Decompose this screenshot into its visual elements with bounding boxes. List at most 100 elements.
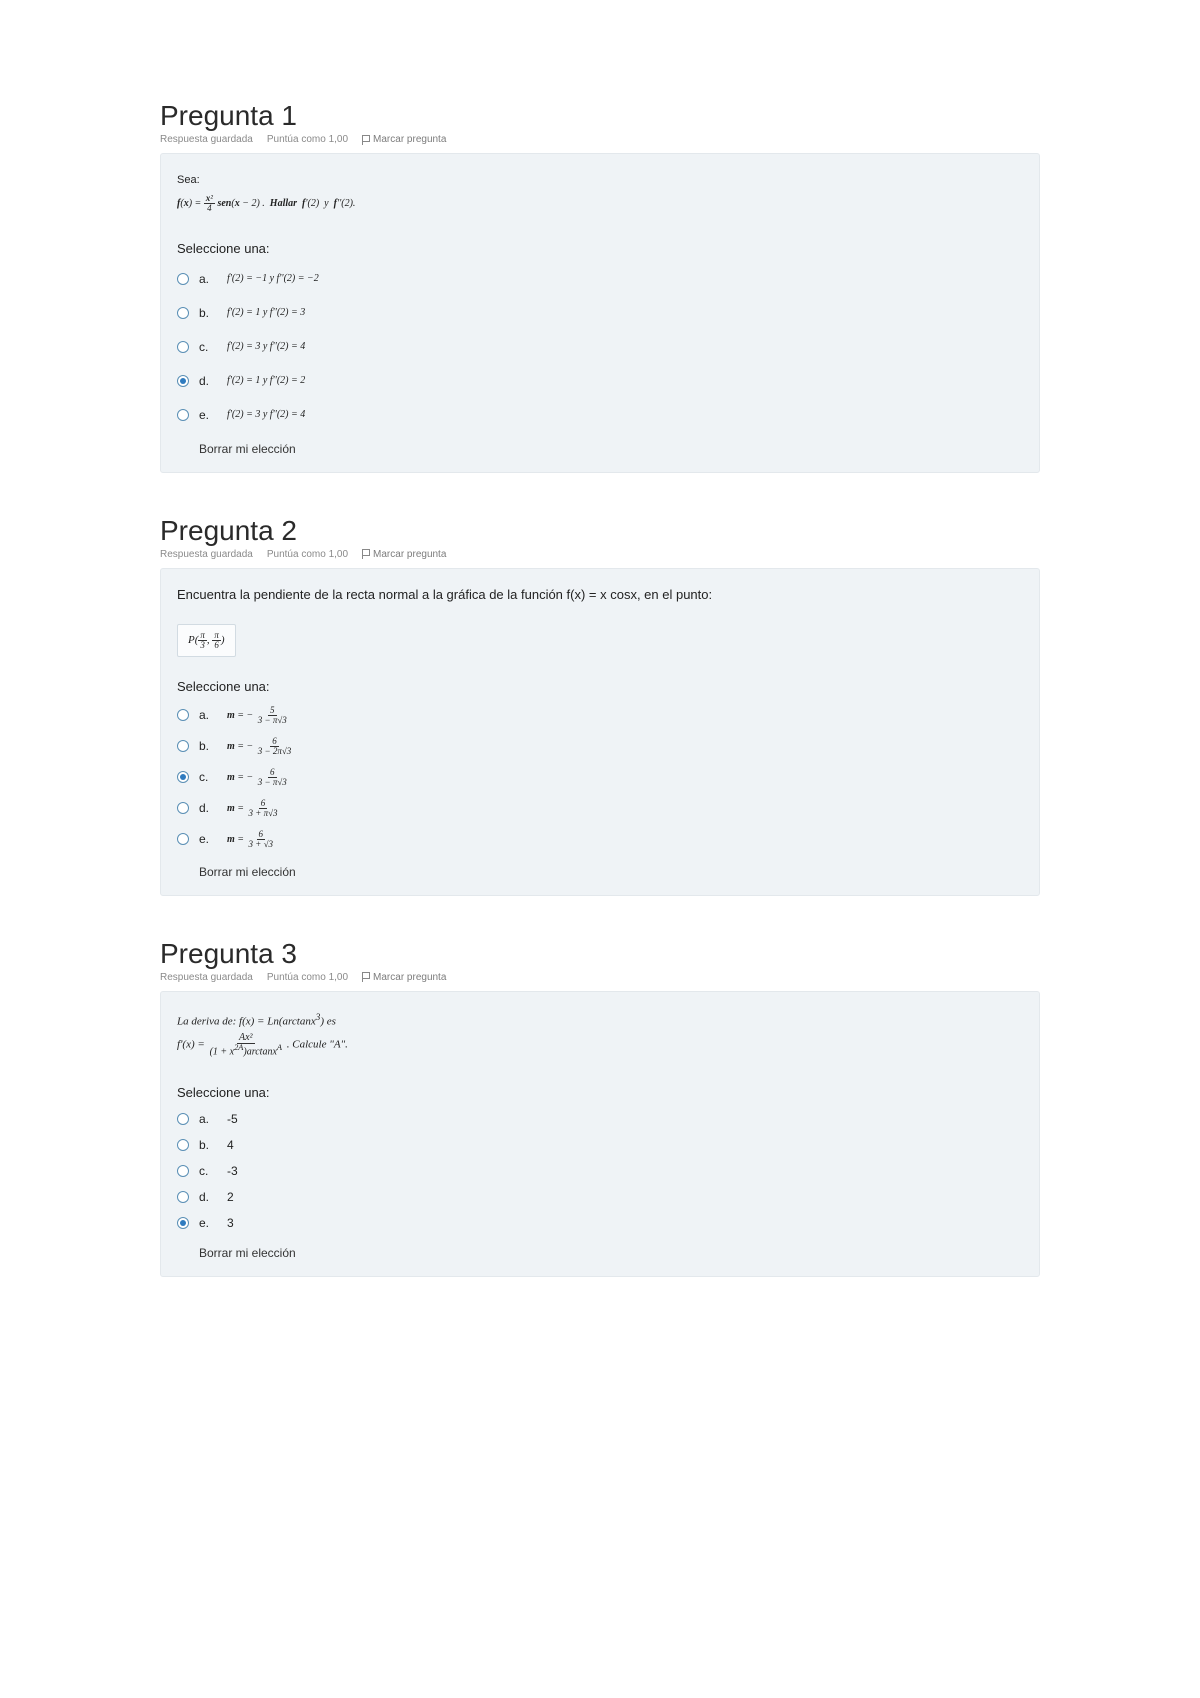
question-stem: La deriva de: f(x) = Ln(arctanx3) es f'(… [177,1004,1023,1076]
select-label: Seleccione una: [177,241,1023,256]
options-list: a. -5 b. 4 c. -3 d. 2 [177,1106,1023,1236]
radio-icon [177,375,189,387]
question-body: La deriva de: f(x) = Ln(arctanx3) es f'(… [160,991,1040,1278]
flag-icon [362,549,370,559]
score-text: Puntúa como 1,00 [267,549,348,560]
flag-link[interactable]: Marcar pregunta [362,549,446,560]
flag-label: Marcar pregunta [373,134,446,145]
select-label: Seleccione una: [177,1085,1023,1100]
radio-icon [177,307,189,319]
option-letter: b. [199,1138,217,1152]
option-c[interactable]: c. -3 [177,1158,1023,1184]
option-d[interactable]: d. f'(2) = 1 y f''(2) = 2 [177,364,1023,398]
option-letter: b. [199,739,217,753]
flag-icon [362,135,370,145]
radio-icon [177,1113,189,1125]
option-text: f'(2) = 1 y f''(2) = 3 [227,307,305,318]
option-c[interactable]: c. f'(2) = 3 y f''(2) = 4 [177,330,1023,364]
question-title: Pregunta 2 [160,515,1040,547]
option-letter: b. [199,306,217,320]
option-text: f'(2) = −1 y f''(2) = −2 [227,273,319,284]
flag-link[interactable]: Marcar pregunta [362,134,446,145]
question-1: Pregunta 1 Respuesta guardada Puntúa com… [160,100,1040,473]
option-letter: e. [199,408,217,422]
radio-icon [177,833,189,845]
score-text: Puntúa como 1,00 [267,972,348,983]
option-text: f'(2) = 3 y f''(2) = 4 [227,341,305,352]
question-body: Sea: f(x) = x²4 sen(x − 2) . Hallar f'(2… [160,153,1040,473]
clear-choice-link[interactable]: Borrar mi elección [177,1246,1023,1260]
options-list: a. m = − 53 − π√3 b. m = − 63 − 2π√3 c. … [177,700,1023,855]
option-letter: e. [199,832,217,846]
radio-icon [177,273,189,285]
question-title: Pregunta 1 [160,100,1040,132]
option-letter: d. [199,801,217,815]
option-text: m = − 63 − 2π√3 [227,737,293,756]
quiz-page: Pregunta 1 Respuesta guardada Puntúa com… [0,0,1200,1698]
flag-label: Marcar pregunta [373,972,446,983]
option-letter: d. [199,1190,217,1204]
radio-icon [177,341,189,353]
question-title: Pregunta 3 [160,938,1040,970]
radio-icon [177,1165,189,1177]
options-list: a. f'(2) = −1 y f''(2) = −2 b. f'(2) = 1… [177,262,1023,432]
option-d[interactable]: d. 2 [177,1184,1023,1210]
radio-icon [177,1217,189,1229]
option-letter: c. [199,340,217,354]
question-meta: Respuesta guardada Puntúa como 1,00 Marc… [160,972,1040,983]
radio-icon [177,1139,189,1151]
point-box: P(π3, π6) [177,624,236,657]
question-3: Pregunta 3 Respuesta guardada Puntúa com… [160,938,1040,1278]
option-letter: e. [199,1216,217,1230]
option-text: 4 [227,1138,234,1152]
option-c[interactable]: c. m = − 63 − π√3 [177,762,1023,793]
option-b[interactable]: b. m = − 63 − 2π√3 [177,731,1023,762]
question-2: Pregunta 2 Respuesta guardada Puntúa com… [160,515,1040,896]
score-text: Puntúa como 1,00 [267,134,348,145]
clear-choice-link[interactable]: Borrar mi elección [177,865,1023,879]
option-b[interactable]: b. f'(2) = 1 y f''(2) = 3 [177,296,1023,330]
option-a[interactable]: a. m = − 53 − π√3 [177,700,1023,731]
radio-icon [177,771,189,783]
status-text: Respuesta guardada [160,972,253,983]
option-text: 2 [227,1190,234,1204]
select-label: Seleccione una: [177,679,1023,694]
radio-icon [177,802,189,814]
option-text: m = 63 + √3 [227,830,275,849]
question-stem: Sea: f(x) = x²4 sen(x − 2) . Hallar f'(2… [177,166,1023,231]
stem-lead: Sea: [177,172,1023,190]
option-e[interactable]: e. m = 63 + √3 [177,824,1023,855]
option-a[interactable]: a. f'(2) = −1 y f''(2) = −2 [177,262,1023,296]
option-e[interactable]: e. f'(2) = 3 y f''(2) = 4 [177,398,1023,432]
question-meta: Respuesta guardada Puntúa como 1,00 Marc… [160,549,1040,560]
status-text: Respuesta guardada [160,549,253,560]
option-letter: a. [199,1112,217,1126]
flag-label: Marcar pregunta [373,549,446,560]
option-letter: a. [199,272,217,286]
option-text: m = 63 + π√3 [227,799,280,818]
option-b[interactable]: b. 4 [177,1132,1023,1158]
question-meta: Respuesta guardada Puntúa como 1,00 Marc… [160,134,1040,145]
option-text: f'(2) = 3 y f''(2) = 4 [227,409,305,420]
radio-icon [177,740,189,752]
question-stem: Encuentra la pendiente de la recta norma… [177,581,1023,620]
option-letter: c. [199,770,217,784]
flag-icon [362,972,370,982]
option-e[interactable]: e. 3 [177,1210,1023,1236]
option-letter: a. [199,708,217,722]
flag-link[interactable]: Marcar pregunta [362,972,446,983]
option-d[interactable]: d. m = 63 + π√3 [177,793,1023,824]
option-text: -3 [227,1164,238,1178]
option-text: -5 [227,1112,238,1126]
option-text: 3 [227,1216,234,1230]
clear-choice-link[interactable]: Borrar mi elección [177,442,1023,456]
option-letter: d. [199,374,217,388]
option-letter: c. [199,1164,217,1178]
radio-icon [177,1191,189,1203]
option-text: f'(2) = 1 y f''(2) = 2 [227,375,305,386]
option-text: m = − 63 − π√3 [227,768,289,787]
option-a[interactable]: a. -5 [177,1106,1023,1132]
question-body: Encuentra la pendiente de la recta norma… [160,568,1040,896]
radio-icon [177,409,189,421]
option-text: m = − 53 − π√3 [227,706,289,725]
